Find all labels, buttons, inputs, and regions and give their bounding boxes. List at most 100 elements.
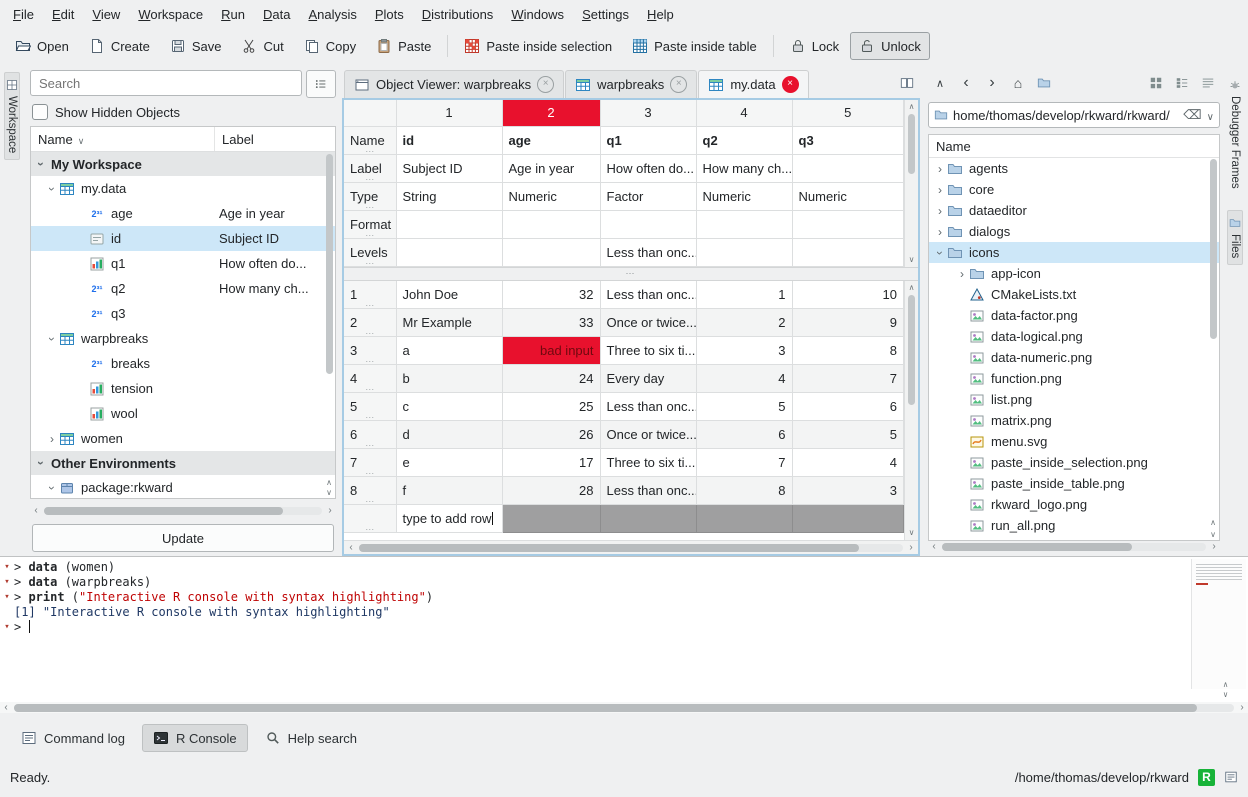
file-item[interactable]: rkward_logo.png xyxy=(929,494,1219,515)
file-item[interactable]: CMakeLists.txt xyxy=(929,284,1219,305)
file-item[interactable]: menu.svg xyxy=(929,431,1219,452)
forward-button[interactable] xyxy=(980,71,1004,95)
tree-item-warpbreaks[interactable]: warpbreaks xyxy=(31,326,335,351)
tab-workspace[interactable]: Workspace xyxy=(4,72,20,160)
menu-file[interactable]: File xyxy=(4,3,43,26)
save-button[interactable]: Save xyxy=(161,32,231,60)
cell[interactable]: 2 xyxy=(696,309,792,337)
cell[interactable]: 25 xyxy=(502,393,600,421)
close-icon[interactable] xyxy=(537,76,554,93)
tree-item-tension[interactable]: tension xyxy=(31,376,335,401)
search-options-button[interactable] xyxy=(306,70,336,98)
file-item[interactable]: matrix.png xyxy=(929,410,1219,431)
cell[interactable]: 32 xyxy=(502,281,600,309)
invalid-cell[interactable]: bad input xyxy=(502,337,600,365)
row-number[interactable]: 8 xyxy=(344,477,396,505)
cell[interactable]: Once or twice... xyxy=(600,421,696,449)
cell[interactable]: q1 xyxy=(600,126,696,154)
cell[interactable]: age xyxy=(502,126,600,154)
chevron-down-icon[interactable] xyxy=(34,456,48,470)
file-item[interactable]: dataeditor xyxy=(929,200,1219,221)
menu-windows[interactable]: Windows xyxy=(502,3,573,26)
menu-workspace[interactable]: Workspace xyxy=(129,3,212,26)
cell[interactable]: Three to six ti... xyxy=(600,449,696,477)
scroll-left-icon[interactable] xyxy=(346,542,356,553)
row-number[interactable]: 6 xyxy=(344,421,396,449)
chevron-right-icon[interactable] xyxy=(933,225,947,239)
chevron-right-icon[interactable] xyxy=(955,267,969,281)
cell[interactable]: c xyxy=(396,393,502,421)
cell[interactable]: 7 xyxy=(792,365,904,393)
file-item[interactable]: data-logical.png xyxy=(929,326,1219,347)
tree-item-q2[interactable]: q2How many ch... xyxy=(31,276,335,301)
file-item[interactable]: data-factor.png xyxy=(929,305,1219,326)
collapse-button[interactable] xyxy=(928,71,952,95)
scroll-up-icon[interactable] xyxy=(1223,680,1228,690)
row-number[interactable]: 3 xyxy=(344,337,396,365)
file-item[interactable]: list.png xyxy=(929,389,1219,410)
cell[interactable]: String xyxy=(396,182,502,210)
cell[interactable]: id xyxy=(396,126,502,154)
tab-warpbreaks[interactable]: warpbreaks xyxy=(565,70,697,98)
scrollbar-track[interactable] xyxy=(359,544,903,552)
scroll-right-icon[interactable] xyxy=(906,542,916,553)
cell[interactable]: 10 xyxy=(792,281,904,309)
tree-item-mydata[interactable]: my.data xyxy=(31,176,335,201)
cell[interactable] xyxy=(600,210,696,238)
r-engine-status-badge[interactable]: R xyxy=(1198,769,1215,786)
tab-object-viewer-warpbreaks[interactable]: Object Viewer: warpbreaks xyxy=(344,70,564,98)
cell[interactable]: q2 xyxy=(696,126,792,154)
lock-button[interactable]: Lock xyxy=(781,32,848,60)
scrollbar-handle[interactable] xyxy=(14,704,1197,712)
cell[interactable]: Three to six ti... xyxy=(600,337,696,365)
scroll-down-icon[interactable] xyxy=(909,255,915,265)
cell[interactable] xyxy=(792,238,904,266)
cell[interactable]: John Doe xyxy=(396,281,502,309)
scroll-left-icon[interactable] xyxy=(929,541,939,552)
row-number[interactable] xyxy=(344,505,396,533)
row-header-type[interactable]: Type xyxy=(344,182,396,210)
file-item-selected[interactable]: icons xyxy=(929,242,1219,263)
cell[interactable]: 28 xyxy=(502,477,600,505)
chevron-right-icon[interactable] xyxy=(933,204,947,218)
scroll-down-icon[interactable] xyxy=(1223,690,1228,700)
menu-run[interactable]: Run xyxy=(212,3,254,26)
scrollbar-track[interactable] xyxy=(14,704,1234,712)
cell[interactable]: Subject ID xyxy=(396,154,502,182)
scroll-right-icon[interactable] xyxy=(325,505,335,516)
chevron-down-icon[interactable] xyxy=(933,246,947,260)
cell[interactable]: Mr Example xyxy=(396,309,502,337)
chevron-down-icon[interactable] xyxy=(34,157,48,171)
cell[interactable] xyxy=(792,154,904,182)
corner-cell[interactable] xyxy=(344,100,396,126)
cell[interactable]: Age in year xyxy=(502,154,600,182)
split-view-button[interactable] xyxy=(900,76,914,93)
scroll-up-icon[interactable] xyxy=(909,102,915,112)
cell[interactable]: 5 xyxy=(792,421,904,449)
paste-inside-selection-button[interactable]: Paste inside selection xyxy=(455,32,621,60)
cell[interactable]: 1 xyxy=(696,281,792,309)
cell[interactable]: 5 xyxy=(696,393,792,421)
chevron-down-icon[interactable] xyxy=(1207,108,1214,123)
file-item[interactable]: paste_inside_selection.png xyxy=(929,452,1219,473)
view-details-button[interactable] xyxy=(1196,71,1220,95)
cell[interactable]: 7 xyxy=(696,449,792,477)
cell[interactable] xyxy=(502,210,600,238)
chevron-right-icon[interactable] xyxy=(933,162,947,176)
row-number[interactable]: 7 xyxy=(344,449,396,477)
scrollbar-track[interactable] xyxy=(44,507,322,515)
file-item[interactable]: run_all.png xyxy=(929,515,1219,536)
cell[interactable]: f xyxy=(396,477,502,505)
column-2-header-invalid[interactable]: 2 xyxy=(502,100,600,126)
column-5-header[interactable]: 5 xyxy=(792,100,904,126)
menu-data[interactable]: Data xyxy=(254,3,299,26)
cell[interactable] xyxy=(396,210,502,238)
update-button[interactable]: Update xyxy=(32,524,334,552)
column-header-name[interactable]: Name xyxy=(929,135,1219,158)
horizontal-scrollbar[interactable] xyxy=(30,505,336,516)
cell[interactable]: Factor xyxy=(600,182,696,210)
cell[interactable]: 4 xyxy=(696,365,792,393)
scroll-left-icon[interactable] xyxy=(1,702,11,713)
cell[interactable]: 3 xyxy=(792,477,904,505)
close-icon[interactable] xyxy=(782,76,799,93)
